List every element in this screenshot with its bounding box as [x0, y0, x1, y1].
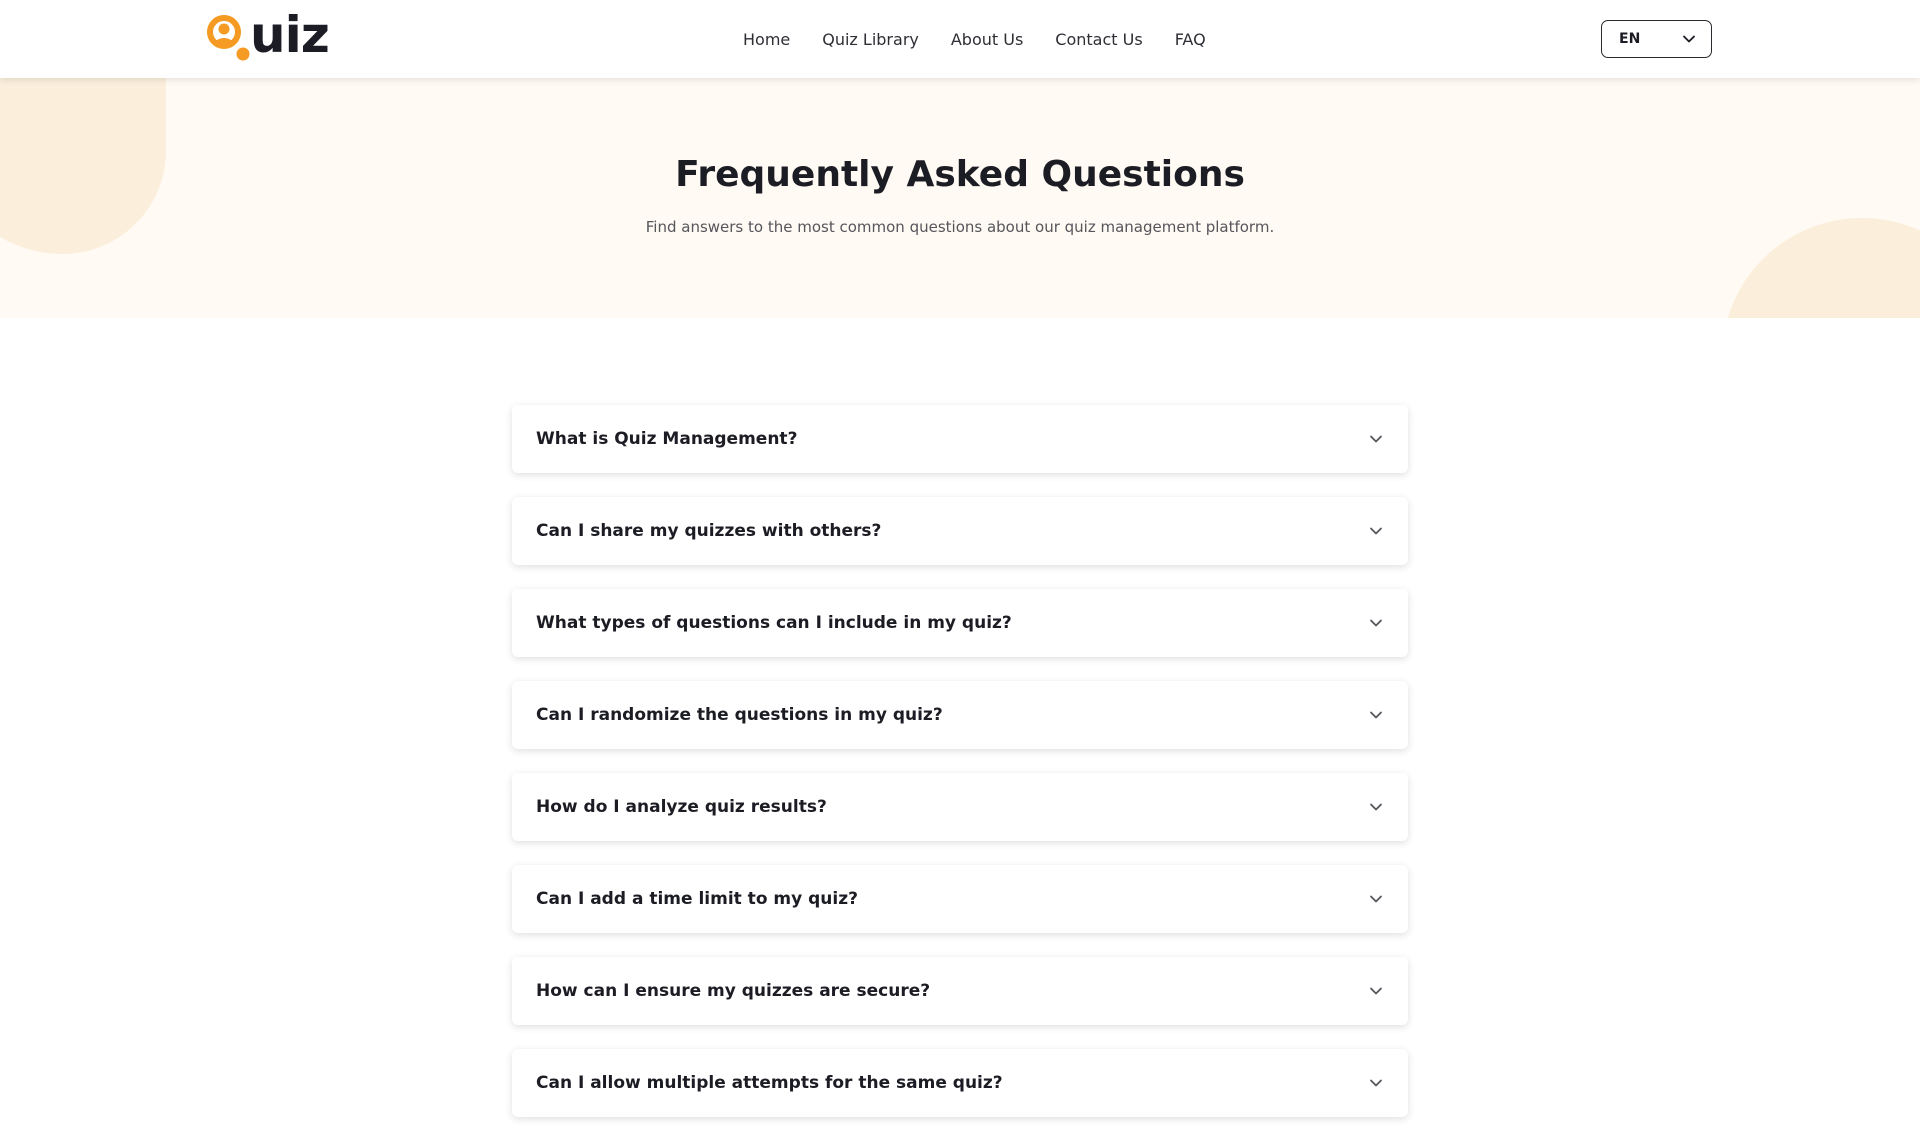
- quiz-logo-icon: [207, 15, 250, 61]
- faq-question: Can I allow multiple attempts for the sa…: [536, 1073, 1003, 1093]
- faq-question: Can I randomize the questions in my quiz…: [536, 705, 943, 725]
- faq-item[interactable]: Can I allow multiple attempts for the sa…: [512, 1049, 1408, 1117]
- faq-question: Can I share my quizzes with others?: [536, 521, 882, 541]
- chevron-down-icon[interactable]: [1368, 707, 1384, 723]
- nav-about-us[interactable]: About Us: [951, 30, 1023, 49]
- faq-item[interactable]: How do I analyze quiz results?: [512, 773, 1408, 841]
- faq-question: How can I ensure my quizzes are secure?: [536, 981, 931, 1001]
- nav-contact-us[interactable]: Contact Us: [1055, 30, 1142, 49]
- page-title: Frequently Asked Questions: [675, 154, 1245, 195]
- faq-question: What types of questions can I include in…: [536, 613, 1012, 633]
- faq-item[interactable]: Can I share my quizzes with others?: [512, 497, 1408, 565]
- chevron-down-icon[interactable]: [1368, 523, 1384, 539]
- faq-hero: Frequently Asked Questions Find answers …: [0, 78, 1920, 318]
- chevron-down-icon[interactable]: [1368, 615, 1384, 631]
- faq-item[interactable]: Can I add a time limit to my quiz?: [512, 865, 1408, 933]
- chevron-down-icon[interactable]: [1368, 1075, 1384, 1091]
- nav-faq[interactable]: FAQ: [1175, 30, 1206, 49]
- page-subtitle: Find answers to the most common question…: [645, 218, 1275, 236]
- faq-item[interactable]: How can I ensure my quizzes are secure?: [512, 957, 1408, 1025]
- chevron-down-icon[interactable]: [1368, 799, 1384, 815]
- faq-question: What is Quiz Management?: [536, 429, 798, 449]
- faq-list: What is Quiz Management? Can I share my …: [512, 405, 1408, 1141]
- chevron-down-icon: [1683, 35, 1695, 43]
- language-select[interactable]: EN: [1601, 20, 1712, 58]
- logo-wordmark: uiz: [250, 6, 330, 64]
- faq-question: How do I analyze quiz results?: [536, 797, 827, 817]
- faq-item[interactable]: What types of questions can I include in…: [512, 589, 1408, 657]
- chevron-down-icon[interactable]: [1368, 891, 1384, 907]
- main-nav: Home Quiz Library About Us Contact Us FA…: [743, 0, 1238, 78]
- language-value: EN: [1619, 31, 1641, 47]
- nav-quiz-library[interactable]: Quiz Library: [822, 30, 919, 49]
- chevron-down-icon[interactable]: [1368, 431, 1384, 447]
- site-header: uiz Home Quiz Library About Us Contact U…: [0, 0, 1920, 78]
- faq-item[interactable]: Can I randomize the questions in my quiz…: [512, 681, 1408, 749]
- nav-home[interactable]: Home: [743, 30, 790, 49]
- faq-question: Can I add a time limit to my quiz?: [536, 889, 858, 909]
- chevron-down-icon[interactable]: [1368, 983, 1384, 999]
- faq-item[interactable]: What is Quiz Management?: [512, 405, 1408, 473]
- quiz-logo[interactable]: uiz: [206, 6, 330, 64]
